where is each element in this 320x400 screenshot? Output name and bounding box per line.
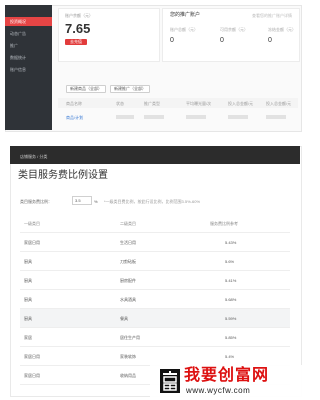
- table-row: 家居日用 家装软饰 5.4%: [20, 347, 290, 366]
- page-title: 类目服务费比例设置: [18, 170, 108, 181]
- blurred-cell: [116, 115, 134, 119]
- cat2-cell: 家装软饰: [120, 354, 136, 359]
- sidebar-item-overview[interactable]: 投资概况: [5, 17, 52, 26]
- table-cell[interactable]: 商品/计划: [66, 115, 83, 120]
- rate-cell: 5.85%: [225, 335, 237, 340]
- table-row: 家居 居住生产用 5.85%: [20, 328, 290, 347]
- cat1-cell: 家居日用: [24, 354, 40, 359]
- default-rate-input[interactable]: 3.5: [72, 196, 92, 205]
- table-row: 厨具 厨房配件 5.41%: [20, 271, 290, 290]
- cat2-cell: 餐具: [120, 316, 128, 321]
- table-row: 厨具 餐具 5.59%: [20, 309, 290, 328]
- new-promotion-button[interactable]: 新建推广（全部）: [110, 85, 150, 93]
- cat2-cell: 厨房配件: [120, 278, 136, 283]
- table-row: 家居日用 生活日用 5.43%: [20, 233, 290, 252]
- sidebar-item-promotion[interactable]: 推广: [5, 41, 52, 50]
- cat2-cell: 生活日用: [120, 240, 136, 245]
- table-row: 厨具 水具酒具 5.68%: [20, 290, 290, 309]
- col-header: 一级类目: [24, 221, 40, 226]
- sidebar: 投资概况 动态广告 推广 数据统计 账户信息: [5, 5, 52, 130]
- account-total-value: 0: [170, 37, 174, 44]
- cat2-cell: 收纳用品: [120, 373, 136, 378]
- col-header: 服务费比例参考: [210, 221, 238, 226]
- cat1-cell: 家居: [24, 335, 32, 340]
- watermark-logo: [160, 369, 180, 393]
- default-rate-label: 类目服务费比例：: [20, 199, 52, 204]
- account-frozen-value: 0: [268, 37, 272, 44]
- table-row: 厨具 刀剪砧板 5.6%: [20, 252, 290, 271]
- cat1-cell: 家居日用: [24, 373, 40, 378]
- default-rate-unit: %: [94, 199, 98, 204]
- rate-cell: 5.41%: [225, 278, 237, 283]
- col-header: 推广类型: [144, 101, 160, 106]
- cat1-cell: 厨具: [24, 297, 32, 302]
- watermark-title: 我要创富网: [184, 367, 270, 384]
- account-frozen-label: 冻结金额（元）: [268, 27, 296, 32]
- account-total-label: 账户总额（元）: [170, 27, 198, 32]
- rate-cell: 5.43%: [225, 240, 237, 245]
- cat2-cell: 居住生产用: [120, 335, 140, 340]
- blurred-cell: [266, 115, 286, 119]
- cat2-cell: 刀剪砧板: [120, 259, 136, 264]
- default-rate-hint: *一级类目费比例，按此行设比例，比例范围3.5%-60%: [104, 199, 201, 204]
- sidebar-item-ads[interactable]: 动态广告: [5, 29, 52, 38]
- sidebar-item-account[interactable]: 账户信息: [5, 65, 52, 74]
- col-header: 平均曝光量/次: [186, 101, 212, 106]
- col-header: 状态: [116, 101, 124, 106]
- col-header: 商品名称: [66, 101, 82, 106]
- recharge-button[interactable]: 去充值: [65, 39, 87, 45]
- sidebar-item-stats[interactable]: 数据统计: [5, 53, 52, 62]
- blurred-cell: [186, 115, 206, 119]
- cat1-cell: 厨具: [24, 278, 32, 283]
- rate-cell: 5.59%: [225, 316, 237, 321]
- table-header: [58, 98, 298, 108]
- wealth-icon: [163, 371, 177, 391]
- rate-cell: 5.68%: [225, 297, 237, 302]
- cat2-cell: 水具酒具: [120, 297, 136, 302]
- col-header: 投入总金额/元: [228, 101, 254, 106]
- cat1-cell: 厨具: [24, 259, 32, 264]
- new-product-button[interactable]: 新建商品（全部）: [66, 85, 106, 93]
- cat1-cell: 家居日用: [24, 240, 40, 245]
- rate-cell: 5.4%: [225, 354, 235, 359]
- rate-cell: 5.6%: [225, 259, 235, 264]
- top-bar: [10, 146, 300, 164]
- cat1-cell: 厨具: [24, 316, 32, 321]
- blurred-cell: [144, 115, 164, 119]
- blurred-cell: [228, 115, 248, 119]
- col-header: 二级类目: [120, 221, 136, 226]
- col-header: 投入总金额/元: [266, 101, 292, 106]
- account-available-label: 可用余额（元）: [220, 27, 248, 32]
- account-available-value: 0: [220, 37, 224, 44]
- breadcrumb: 店铺服务 / 分类: [20, 154, 48, 159]
- accounts-link[interactable]: 查看您的推广账户详情: [252, 13, 292, 18]
- balance-label: 账户余额（元）: [65, 13, 93, 18]
- accounts-title: 您的推广账户: [170, 12, 201, 18]
- table-header: 一级类目 二级类目 服务费比例参考: [20, 214, 290, 233]
- balance-value: 7.65: [65, 21, 91, 36]
- watermark-url: www.wycfw.com: [186, 386, 251, 395]
